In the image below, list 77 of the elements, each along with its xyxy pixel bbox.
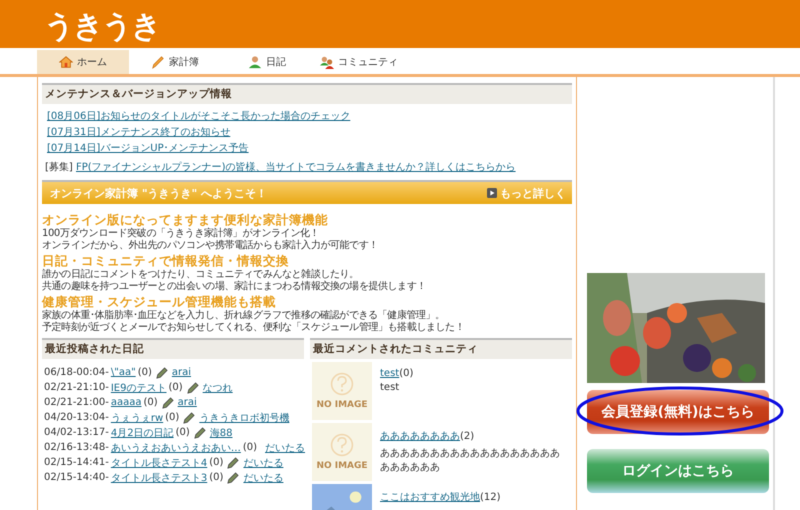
feature-heading: 健康管理・スケジュール管理機能も搭載 xyxy=(42,294,277,310)
community-description: ああああああああああああああああああああああああ xyxy=(380,447,561,474)
author-link[interactable]: 海88 xyxy=(210,426,232,440)
post-time: 02/15-14:41- xyxy=(44,457,109,468)
comment-count: (0) xyxy=(399,368,414,379)
register-button[interactable]: 会員登録(無料)はこちら xyxy=(587,390,769,434)
nav-tab[interactable]: 日記 xyxy=(221,50,313,74)
pencil-icon xyxy=(151,55,165,69)
diary-link[interactable]: \"aa" xyxy=(110,367,136,378)
question-icon xyxy=(330,433,354,457)
recruit-link[interactable]: FP(ファイナンシャルプランナー)の皆様、当サイトでコラムを書きませんか？詳しくはこちらから xyxy=(76,162,516,173)
community-description: test xyxy=(380,382,400,393)
comment-count: (0) xyxy=(138,367,152,378)
comment-count: (0) xyxy=(144,397,158,408)
section-heading: 最近コメントされたコミュニティ xyxy=(310,338,572,359)
house-icon xyxy=(59,55,73,69)
person-icon xyxy=(248,55,262,69)
recruit-tag: [募集] xyxy=(45,162,73,173)
post-time: 02/15-14:40- xyxy=(44,472,109,483)
no-image-text: NO IMAGE xyxy=(316,461,368,471)
people-icon xyxy=(320,55,334,69)
section-heading: 最近投稿された日記 xyxy=(42,338,304,359)
question-icon xyxy=(330,372,354,396)
comment-count: (0) xyxy=(209,472,224,483)
author-link[interactable]: だいたる xyxy=(243,470,284,484)
notice-link[interactable]: [07月31日]メンテナンス終了のお知らせ xyxy=(47,126,567,139)
pencil-icon xyxy=(186,382,199,394)
post-time: 04/02-13:17- xyxy=(44,427,109,438)
feature-text: 誰かの日記にコメントをつけたり、コミュニティでみんなと雑談したり。 共通の趣味を持つユーザーとの出会いの場、家計にまつわる情報交換の場を提供します！ xyxy=(42,269,428,293)
diary-link[interactable]: IE9のテスト xyxy=(110,380,166,394)
pencil-icon xyxy=(194,426,206,438)
nav-tab[interactable]: ホーム xyxy=(37,50,129,74)
comment-count: (0) xyxy=(165,412,180,423)
pencil-icon xyxy=(183,412,196,424)
comment-count: (0) xyxy=(176,427,190,438)
no-image-text: NO IMAGE xyxy=(316,400,368,410)
feature-text: 家族の体重･体脂肪率･血圧などを入力し、折れ線グラフで推移の確認ができる「健康管理」。 予定時刻が近づくとメールでお知らせしてくれる、便利な「スケジュール管理」も搭載しました！ xyxy=(42,310,466,334)
comment-count: (0) xyxy=(242,442,258,453)
nav-tab[interactable]: コミュニティ xyxy=(313,50,405,74)
comment-count: (0) xyxy=(209,457,224,468)
diary-link[interactable]: タイトル長さテスト4 xyxy=(110,456,208,470)
post-time: 02/16-13:48- xyxy=(44,442,109,453)
author-link[interactable]: だいたる xyxy=(243,456,284,470)
play-icon xyxy=(487,188,497,198)
post-time: 06/18-00:04- xyxy=(44,367,109,378)
diary-link[interactable]: うぇうぇrw xyxy=(110,410,164,424)
author-link[interactable]: だいたる xyxy=(265,440,306,454)
pencil-icon xyxy=(156,366,168,378)
author-link[interactable]: なつれ xyxy=(202,380,233,394)
pencil-icon xyxy=(227,456,240,468)
notice-link[interactable]: [08月06日]お知らせのタイトルがそこそこ長かった場合のチェック xyxy=(47,110,567,123)
comment-count: (12) xyxy=(480,492,501,503)
diary-link[interactable]: タイトル長さテスト3 xyxy=(110,470,208,484)
author-link[interactable]: うきうきロボ初号機 xyxy=(199,410,290,424)
section-heading: メンテナンス＆バージョンアップ情報 xyxy=(42,83,572,104)
diary-link[interactable]: aaaaa xyxy=(110,397,142,408)
comment-count: (0) xyxy=(168,382,183,393)
post-time: 02/21-21:10- xyxy=(44,382,109,393)
author-link[interactable]: arai xyxy=(178,397,197,408)
notice-link[interactable]: [07月14日]バージョンUP･メンテナンス予告 xyxy=(47,142,567,155)
community-link[interactable]: ここはおすすめ観光地 xyxy=(380,492,480,503)
post-time: 04/20-13:04- xyxy=(44,412,109,423)
community-link[interactable]: ああああああああ xyxy=(380,431,460,442)
pencil-icon xyxy=(227,472,240,484)
welcome-title: オンライン家計簿 "うきうき" へようこそ！ xyxy=(50,186,268,200)
nav-tab[interactable]: 家計簿 xyxy=(129,50,221,74)
feature-heading: オンライン版になってますます便利な家計簿機能 xyxy=(42,212,329,228)
login-button[interactable]: ログインはこちら xyxy=(587,449,769,493)
comment-count: (2) xyxy=(460,431,474,442)
diary-link[interactable]: 4月2日の日記 xyxy=(110,426,174,440)
feature-heading: 日記・コミュニティで情報発信・情報交換 xyxy=(42,253,290,268)
author-link[interactable]: arai xyxy=(172,367,192,378)
pencil-icon xyxy=(162,396,174,408)
community-link[interactable]: test xyxy=(380,368,400,379)
diary-link[interactable]: あいうえおあいうえおあい… xyxy=(110,440,241,454)
post-time: 02/21-21:00- xyxy=(44,397,109,408)
feature-text: 100万ダウンロード突破の「うきうき家計簿」がオンライン化！ オンラインだから、外出先のパソコンや携帯電話からも家計入力が可能です！ xyxy=(42,228,380,252)
